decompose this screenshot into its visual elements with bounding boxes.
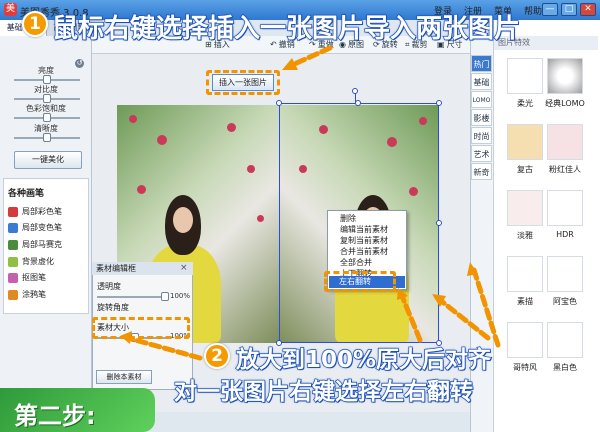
effect-thumbnail[interactable] [507, 58, 543, 94]
effect-thumbnail[interactable] [507, 322, 543, 358]
effect-label: 阿宝色 [553, 297, 577, 306]
effect-thumbnail[interactable] [547, 322, 583, 358]
arrow-to-insert [287, 45, 333, 69]
arrow-head [467, 262, 478, 276]
effect-thumbnail[interactable] [547, 190, 583, 226]
effect-thumbnail[interactable] [507, 124, 543, 160]
effect-label: 粉红佳人 [549, 165, 581, 174]
arrow-head [120, 331, 132, 344]
effect-label: HDR [556, 230, 574, 239]
effect-thumbnail[interactable] [547, 256, 583, 292]
effect-label: 经典LOMO [545, 99, 585, 108]
effect-thumbnail[interactable] [507, 190, 543, 226]
effect-label: 黑白色 [553, 363, 577, 372]
arrow-to-flip [399, 293, 423, 343]
effect-thumbnail[interactable] [547, 58, 583, 94]
arrow-to-size [125, 335, 203, 361]
effect-thumbnail[interactable] [507, 256, 543, 292]
arrow-to-selection [437, 297, 491, 341]
effect-thumbnail[interactable] [547, 124, 583, 160]
